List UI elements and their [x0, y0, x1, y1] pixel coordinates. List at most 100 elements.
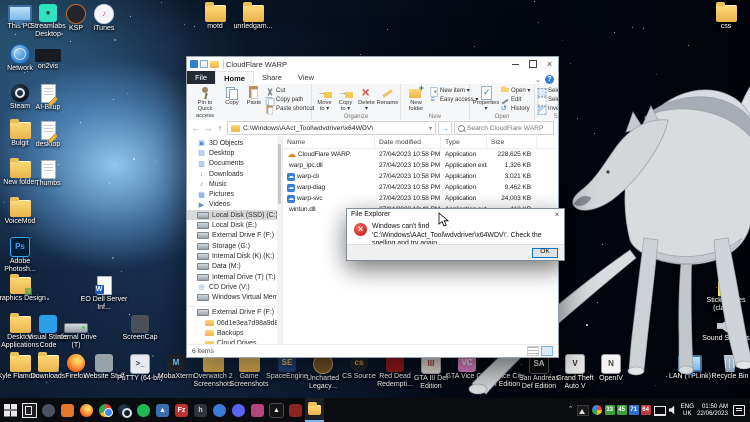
minimize-button[interactable]	[507, 57, 524, 71]
file-row[interactable]: ☁warp-cli27/04/2023 10:58 PMApplication3…	[283, 171, 558, 182]
details-view-icon[interactable]	[527, 346, 539, 356]
address-path[interactable]: C:\Windows\AAct_Tool\wdvdriver\x64WDV\	[243, 125, 373, 132]
green-app[interactable]	[134, 398, 153, 422]
network-icon[interactable]	[654, 406, 666, 416]
quick-access-properties-icon[interactable]	[200, 60, 208, 68]
column-header-name[interactable]: Name	[283, 136, 375, 148]
ribbon-button-history[interactable]: History	[500, 104, 532, 113]
temp-monitor-1[interactable]: 33	[605, 405, 615, 415]
start-button[interactable]	[1, 398, 20, 422]
ribbon-button-move-to[interactable]: Move to ▾	[314, 85, 335, 113]
ribbon-button-paste[interactable]: Paste	[243, 85, 265, 119]
nav-item-storage-g[interactable]: Storage (G:)	[187, 241, 277, 251]
nav-scrollbar[interactable]	[277, 136, 282, 345]
nav-item-internal-disk-k-k[interactable]: Internal Disk (K) (K:)	[187, 251, 277, 261]
column-header-size[interactable]: Size	[487, 136, 537, 148]
tab-share[interactable]: Share	[254, 71, 290, 84]
tray-overflow-chevron-icon[interactable]: ⌃	[568, 405, 574, 413]
tab-home[interactable]: Home	[215, 71, 254, 84]
file-row[interactable]: ☁warp-svc27/04/2023 10:58 PMApplication2…	[283, 193, 558, 204]
volume-icon[interactable]	[669, 406, 678, 415]
temp-monitor-2[interactable]: 45	[617, 405, 627, 415]
ribbon-button-copy[interactable]: Copy	[221, 85, 243, 119]
dialog-close-button[interactable]: ×	[550, 209, 564, 220]
filezilla-app[interactable]: Fz	[172, 398, 191, 422]
desktop-icon-screencap[interactable]: ScreenCap	[114, 315, 166, 342]
wallpaper-engine-tray-icon[interactable]	[577, 405, 589, 416]
help-icon[interactable]: ?	[545, 75, 554, 84]
column-header-date-modified[interactable]: Date modified	[375, 136, 441, 148]
close-button[interactable]: ×	[541, 57, 558, 71]
ribbon-collapse-icon[interactable]: ⌄	[535, 76, 541, 84]
swirl-app[interactable]	[39, 398, 58, 422]
go-button[interactable]: →	[438, 121, 452, 135]
nav-item-local-disk-e[interactable]: Local Disk (E:)	[187, 220, 277, 230]
tab-view[interactable]: View	[290, 71, 322, 84]
ribbon-button-new-item[interactable]: New item ▾	[429, 86, 467, 95]
nav-item-06d1e3ea7d98a9d86c8652fe[interactable]: 06d1e3ea7d98a9d86c8652fe	[187, 318, 277, 328]
nav-item-external-drive-f-f[interactable]: External Drive F (F:)	[187, 306, 277, 318]
chrome-app[interactable]	[96, 398, 115, 422]
nav-item-windows-virtual-memory[interactable]: Windows Virtual Memory (	[187, 292, 277, 302]
search-box[interactable]	[454, 121, 554, 135]
nav-item-downloads[interactable]: ↓Downloads	[187, 169, 277, 179]
file-row[interactable]: warp_ipc.dll27/04/2023 10:58 PMApplicati…	[283, 160, 558, 171]
ribbon-button-pin-to-quick-access[interactable]: Pin to Quick access	[189, 85, 221, 119]
file-explorer-app[interactable]	[305, 398, 324, 422]
ribbon-button-copy-path[interactable]: Copy path	[265, 95, 309, 104]
nav-item-backups[interactable]: Backups	[187, 328, 277, 338]
ribbon-button-properties[interactable]: Properties ▾	[472, 85, 500, 113]
tab-file[interactable]: File	[187, 71, 215, 84]
nav-item-local-disk-ssd-c[interactable]: Local Disk (SSD) (C:)	[187, 210, 277, 220]
desktop-icon-thumbs[interactable]: Thumbs	[22, 160, 74, 188]
clock[interactable]: 01:50 AM 22/06/2023	[697, 403, 728, 418]
temp-monitor-3[interactable]: 71	[629, 405, 639, 415]
maximize-button[interactable]	[524, 57, 541, 71]
ok-button[interactable]: OK	[532, 248, 558, 258]
steam-app[interactable]	[115, 398, 134, 422]
up-button[interactable]: ↑	[215, 123, 225, 133]
quick-access-folder-icon[interactable]	[210, 61, 219, 68]
action-center-icon[interactable]	[733, 405, 745, 416]
address-bar[interactable]: C:\Windows\AAct_Tool\wdvdriver\x64WDV\ ▾	[227, 121, 436, 135]
orange-app[interactable]	[58, 398, 77, 422]
desktop-icon-graphics-design[interactable]: ▦Graphics Design	[0, 276, 46, 303]
ribbon-button-cut[interactable]: Cut	[265, 86, 309, 95]
nav-item-pictures[interactable]: ▦Pictures	[187, 189, 277, 199]
blue-sphere-app[interactable]	[210, 398, 229, 422]
desktop-icon-unrledgam[interactable]: unrledgam...	[227, 4, 279, 31]
nav-item-documents[interactable]: ▥Documents	[187, 159, 277, 169]
desktop-icon-on2vis[interactable]: on2vis	[22, 44, 74, 71]
task-view-button[interactable]	[20, 398, 39, 422]
wallpaper-engine-app[interactable]: ▲	[267, 398, 286, 422]
desktop-icon-adobe-photosh[interactable]: PsAdobe Photosh...	[0, 237, 46, 274]
file-row[interactable]: ☁CloudFlare WARP27/04/2023 10:58 PMAppli…	[283, 149, 558, 160]
nav-item-desktop[interactable]: ▤Desktop	[187, 148, 277, 158]
pink-app[interactable]	[248, 398, 267, 422]
file-row[interactable]: ☁warp-diag27/04/2023 10:58 PMApplication…	[283, 182, 558, 193]
nav-item-music[interactable]: ♪Music	[187, 179, 277, 189]
desktop-icon-desktop[interactable]: desktop	[22, 121, 74, 149]
red-app[interactable]	[286, 398, 305, 422]
nav-item-internal-drive-t-t[interactable]: Internal Drive (T) (T:)	[187, 272, 277, 282]
back-button[interactable]: ←	[191, 123, 201, 133]
ribbon-button-delete[interactable]: Delete ▾	[356, 85, 377, 113]
firefox-app[interactable]	[77, 398, 96, 422]
desktop-icon-voicemod[interactable]: VoiceMod	[0, 199, 46, 226]
ribbon-button-rename[interactable]: Rename	[377, 85, 398, 113]
nav-item-3d-objects[interactable]: ▣3D Objects	[187, 138, 277, 148]
discord-app[interactable]	[229, 398, 248, 422]
column-header-type[interactable]: Type	[441, 136, 487, 148]
ribbon-button-select-none[interactable]: Select none	[537, 95, 558, 104]
search-input[interactable]	[467, 125, 550, 132]
nav-item-videos[interactable]: ▶Videos	[187, 200, 277, 210]
dialog-title-bar[interactable]: File Explorer ×	[347, 209, 564, 220]
desktop-icon-eo-dell-server-inf[interactable]: EO Dell Server Inf...	[78, 276, 130, 312]
desktop-icon-itunes[interactable]: ♪iTunes	[78, 4, 130, 33]
dark-app[interactable]: h	[191, 398, 210, 422]
nav-item-external-drive-f-f[interactable]: External Drive F (F:)	[187, 231, 277, 241]
ribbon-button-select-all[interactable]: Select all	[537, 86, 558, 95]
ribbon-button-open[interactable]: Open ▾	[500, 86, 532, 95]
explorer-title-bar[interactable]: CloudFlare WARP ×	[187, 57, 558, 71]
ribbon-button-copy-to[interactable]: Copy to ▾	[335, 85, 356, 113]
